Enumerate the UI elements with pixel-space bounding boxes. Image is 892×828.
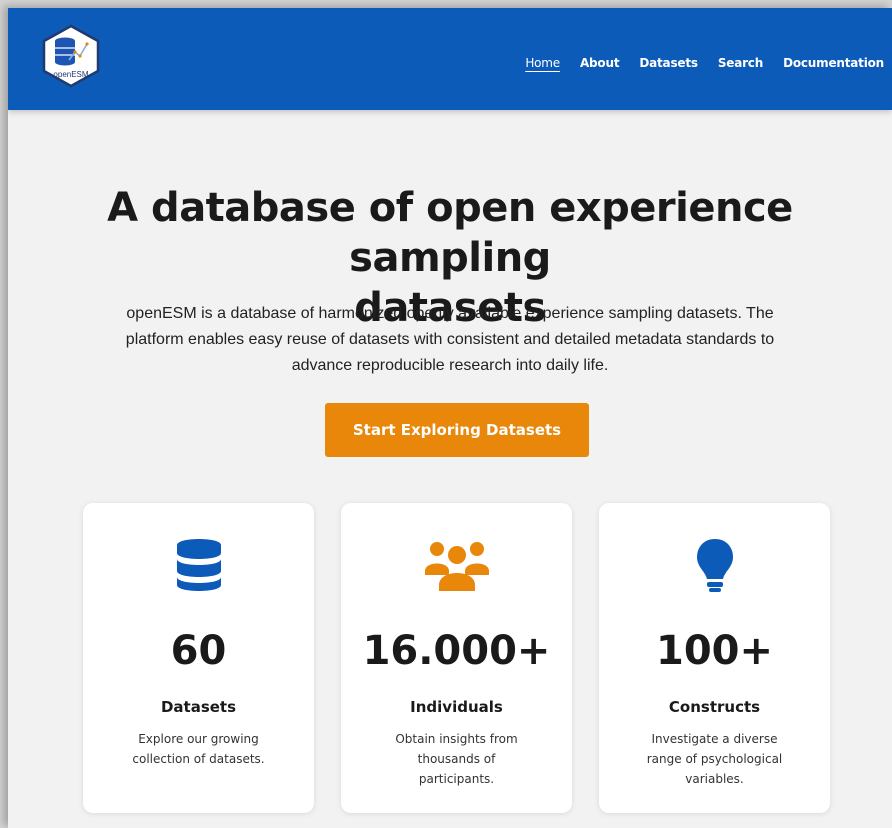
hero-title-line1: A database of open experience sampling <box>107 185 793 281</box>
stat-card-constructs: 100+ Constructs Investigate a diverse ra… <box>599 503 830 813</box>
stat-label: Constructs <box>668 698 761 716</box>
nav-links: Home About Datasets Search Documentation <box>525 56 884 70</box>
nav-documentation[interactable]: Documentation <box>783 56 884 70</box>
stat-card-datasets: 60 Datasets Explore our growing collecti… <box>83 503 314 813</box>
stat-card-individuals: 16.000+ Individuals Obtain insights from… <box>341 503 572 813</box>
lightbulb-icon <box>599 537 830 593</box>
logo-text: openESM <box>53 70 88 79</box>
stat-description: Investigate a diverse range of psycholog… <box>646 732 783 786</box>
stat-description: Obtain insights from thousands of partic… <box>395 732 518 786</box>
openesm-logo[interactable]: openESM <box>39 24 103 88</box>
stat-label: Individuals <box>410 698 503 716</box>
nav-search[interactable]: Search <box>718 56 763 70</box>
database-icon <box>83 537 314 593</box>
stat-value: 16.000+ <box>362 628 551 674</box>
start-exploring-button[interactable]: Start Exploring Datasets <box>325 403 589 457</box>
stat-value: 100+ <box>655 628 773 674</box>
hero-description: openESM is a database of harmonized open… <box>125 305 775 374</box>
nav-home[interactable]: Home <box>525 56 560 70</box>
nav-datasets[interactable]: Datasets <box>639 56 698 70</box>
stat-label: Datasets <box>160 698 237 716</box>
page: openESM Home About Datasets Search Docum… <box>8 8 892 828</box>
nav-about[interactable]: About <box>580 56 620 70</box>
stat-value: 60 <box>170 628 227 674</box>
stat-description: Explore our growing collection of datase… <box>132 732 265 766</box>
users-icon <box>341 537 572 593</box>
navbar: openESM Home About Datasets Search Docum… <box>8 8 892 110</box>
